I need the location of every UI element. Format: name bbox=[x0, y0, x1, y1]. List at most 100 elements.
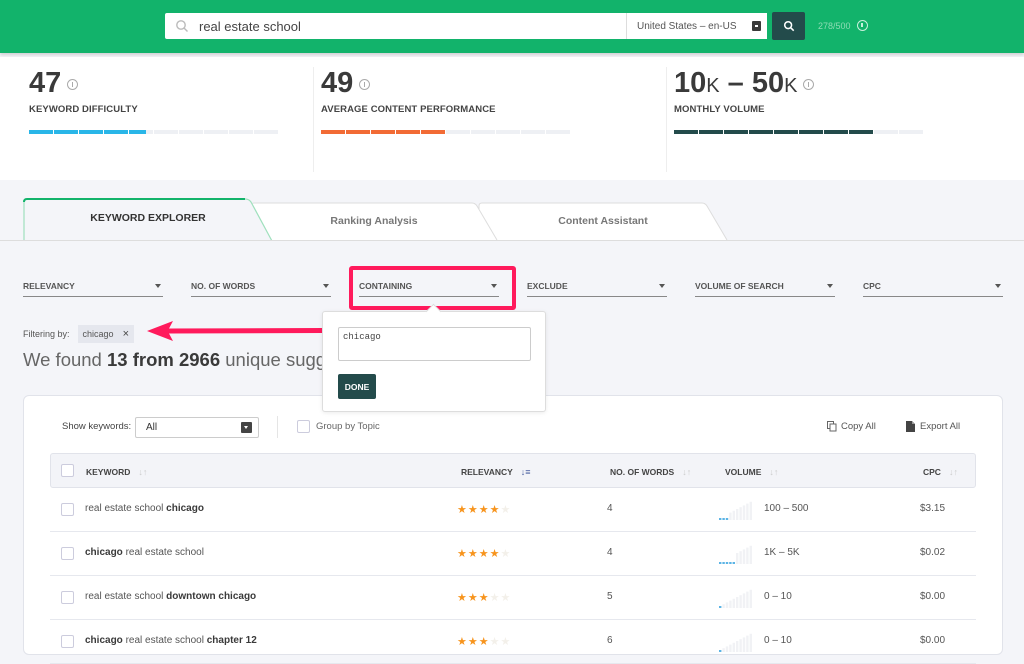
column-volume[interactable]: VOLUME ↓↑ bbox=[725, 467, 778, 477]
locale-select[interactable]: United States – en-US bbox=[626, 13, 767, 39]
words-cell: 6 bbox=[607, 635, 613, 646]
star-icon: ★ bbox=[489, 548, 501, 560]
export-all-label: Export All bbox=[920, 421, 961, 432]
star-icon: ★ bbox=[457, 636, 468, 648]
sort-desc-icon[interactable]: ↓≡ bbox=[521, 467, 531, 477]
volume-sparkline bbox=[719, 501, 752, 520]
search-box[interactable] bbox=[165, 13, 626, 39]
bar-segment bbox=[799, 130, 823, 134]
sparkline-bar bbox=[749, 633, 752, 652]
export-all-button[interactable]: Export All bbox=[906, 421, 960, 432]
results-count: 13 from 2966 bbox=[107, 349, 221, 370]
tab-ranking-analysis[interactable]: Ranking Analysis bbox=[250, 202, 498, 240]
metric-unit: K bbox=[706, 75, 720, 97]
table-row[interactable]: real estate school downtown chicago ★★★★… bbox=[50, 576, 976, 620]
star-icon: ★ bbox=[467, 548, 479, 560]
keyword-cell: chicago real estate school chapter 12 bbox=[85, 635, 257, 646]
sort-icon[interactable]: ↓↑ bbox=[949, 467, 958, 477]
keyword-search-input[interactable] bbox=[199, 18, 599, 34]
column-words[interactable]: NO. OF WORDS ↓↑ bbox=[610, 467, 691, 477]
table-row[interactable]: chicago real estate school ★★★★★ 4 1K – … bbox=[50, 532, 976, 576]
words-cell: 4 bbox=[607, 547, 613, 558]
table-row[interactable]: chicago real estate school chapter 12 ★ ★… bbox=[50, 620, 976, 664]
filter-no-of-words[interactable]: NO. OF WORDS bbox=[191, 277, 331, 297]
column-keyword[interactable]: KEYWORD ↓↑ bbox=[86, 467, 147, 477]
row-checkbox[interactable] bbox=[61, 635, 74, 648]
close-icon[interactable]: × bbox=[123, 328, 129, 340]
volume-sparkline bbox=[719, 589, 752, 608]
filter-exclude[interactable]: EXCLUDE bbox=[527, 277, 667, 297]
sparkline-bar bbox=[719, 518, 722, 520]
sparkline-bar bbox=[736, 553, 739, 564]
containing-input[interactable]: chicago bbox=[338, 327, 531, 361]
sparkline-bar bbox=[722, 518, 725, 520]
quota: 278/500 bbox=[818, 20, 868, 31]
chevron-down-icon bbox=[323, 284, 329, 288]
info-icon[interactable] bbox=[856, 20, 868, 31]
sparkline-bar bbox=[746, 547, 749, 564]
tab-keyword-explorer[interactable]: KEYWORD EXPLORER bbox=[23, 198, 273, 241]
star-icon: ★ bbox=[478, 636, 490, 648]
bar-segment bbox=[104, 130, 128, 134]
show-keywords-select[interactable]: All bbox=[135, 417, 259, 438]
bar-segment bbox=[749, 130, 773, 134]
table-row[interactable]: real estate school chicago ★★★★★ 4 100 –… bbox=[50, 488, 976, 532]
filter-cpc[interactable]: CPC bbox=[863, 277, 1003, 297]
column-cpc[interactable]: CPC ↓↑ bbox=[923, 467, 958, 477]
column-relevancy[interactable]: RELEVANCY ↓≡ bbox=[461, 467, 531, 477]
words-cell: 4 bbox=[607, 503, 613, 514]
sparkline-bar bbox=[742, 637, 746, 652]
bar-segment bbox=[496, 130, 520, 134]
star-icon: ★ bbox=[467, 504, 479, 516]
filter-relevancy[interactable]: RELEVANCY bbox=[23, 277, 163, 297]
group-by-topic-checkbox[interactable] bbox=[297, 420, 310, 433]
group-by-topic[interactable]: Group by Topic bbox=[297, 420, 380, 433]
bar-segment bbox=[824, 130, 848, 134]
bar-segment bbox=[396, 130, 420, 134]
metric-value: 47 bbox=[29, 67, 62, 99]
sparkline-bar bbox=[749, 589, 752, 608]
bar-segment bbox=[699, 130, 723, 134]
sparkline-bar bbox=[739, 551, 742, 564]
sort-icon[interactable]: ↓↑ bbox=[138, 467, 147, 477]
star-icon: ★ bbox=[500, 548, 512, 560]
row-checkbox[interactable] bbox=[61, 591, 74, 604]
bar-segment bbox=[204, 130, 228, 134]
metric-value-low: 10 bbox=[674, 67, 707, 99]
sparkline-bar bbox=[746, 591, 749, 608]
group-by-topic-label: Group by Topic bbox=[316, 421, 380, 432]
sparkline-bar bbox=[732, 642, 735, 652]
info-icon[interactable] bbox=[359, 79, 371, 90]
table-header: KEYWORD ↓↑ RELEVANCY ↓≡ NO. OF WORDS ↓↑ VOL… bbox=[50, 453, 976, 488]
star-icon: ★ bbox=[457, 504, 468, 516]
cpc-cell: $0.00 bbox=[920, 591, 946, 602]
tab-content-assistant[interactable]: Content Assistant bbox=[478, 202, 728, 240]
sparkline-bar bbox=[722, 562, 725, 564]
copy-all-button[interactable]: Copy All bbox=[827, 421, 876, 432]
sparkline-bar bbox=[742, 549, 746, 564]
bar-segment bbox=[321, 130, 345, 134]
search-button[interactable] bbox=[772, 12, 805, 40]
cpc-cell: $0.02 bbox=[920, 547, 946, 558]
row-checkbox[interactable] bbox=[61, 503, 74, 516]
sort-icon[interactable]: ↓↑ bbox=[682, 467, 691, 477]
select-all-checkbox[interactable] bbox=[61, 464, 74, 477]
chevron-down-icon bbox=[827, 284, 833, 288]
sparkline-bar bbox=[719, 562, 722, 564]
star-icon: ★ bbox=[500, 636, 512, 648]
filter-volume-of-search[interactable]: VOLUME OF SEARCH bbox=[695, 277, 835, 297]
sparkline-bar bbox=[732, 562, 735, 564]
top-bar: United States – en-US 278/500 bbox=[0, 0, 1024, 53]
filtering-by: Filtering by: chicago × bbox=[23, 325, 134, 343]
chevron-down-icon bbox=[155, 284, 161, 288]
star-icon: ★ bbox=[500, 592, 512, 604]
sort-icon[interactable]: ↓↑ bbox=[769, 467, 778, 477]
row-checkbox[interactable] bbox=[61, 547, 74, 560]
keyword-cell: real estate school chicago bbox=[85, 503, 204, 514]
info-icon[interactable] bbox=[67, 79, 79, 90]
star-icon: ★ bbox=[478, 548, 490, 560]
sparkline-bar bbox=[725, 646, 729, 652]
sparkline-bar bbox=[732, 598, 735, 608]
info-icon[interactable] bbox=[803, 79, 815, 90]
done-button[interactable]: DONE bbox=[338, 374, 376, 399]
